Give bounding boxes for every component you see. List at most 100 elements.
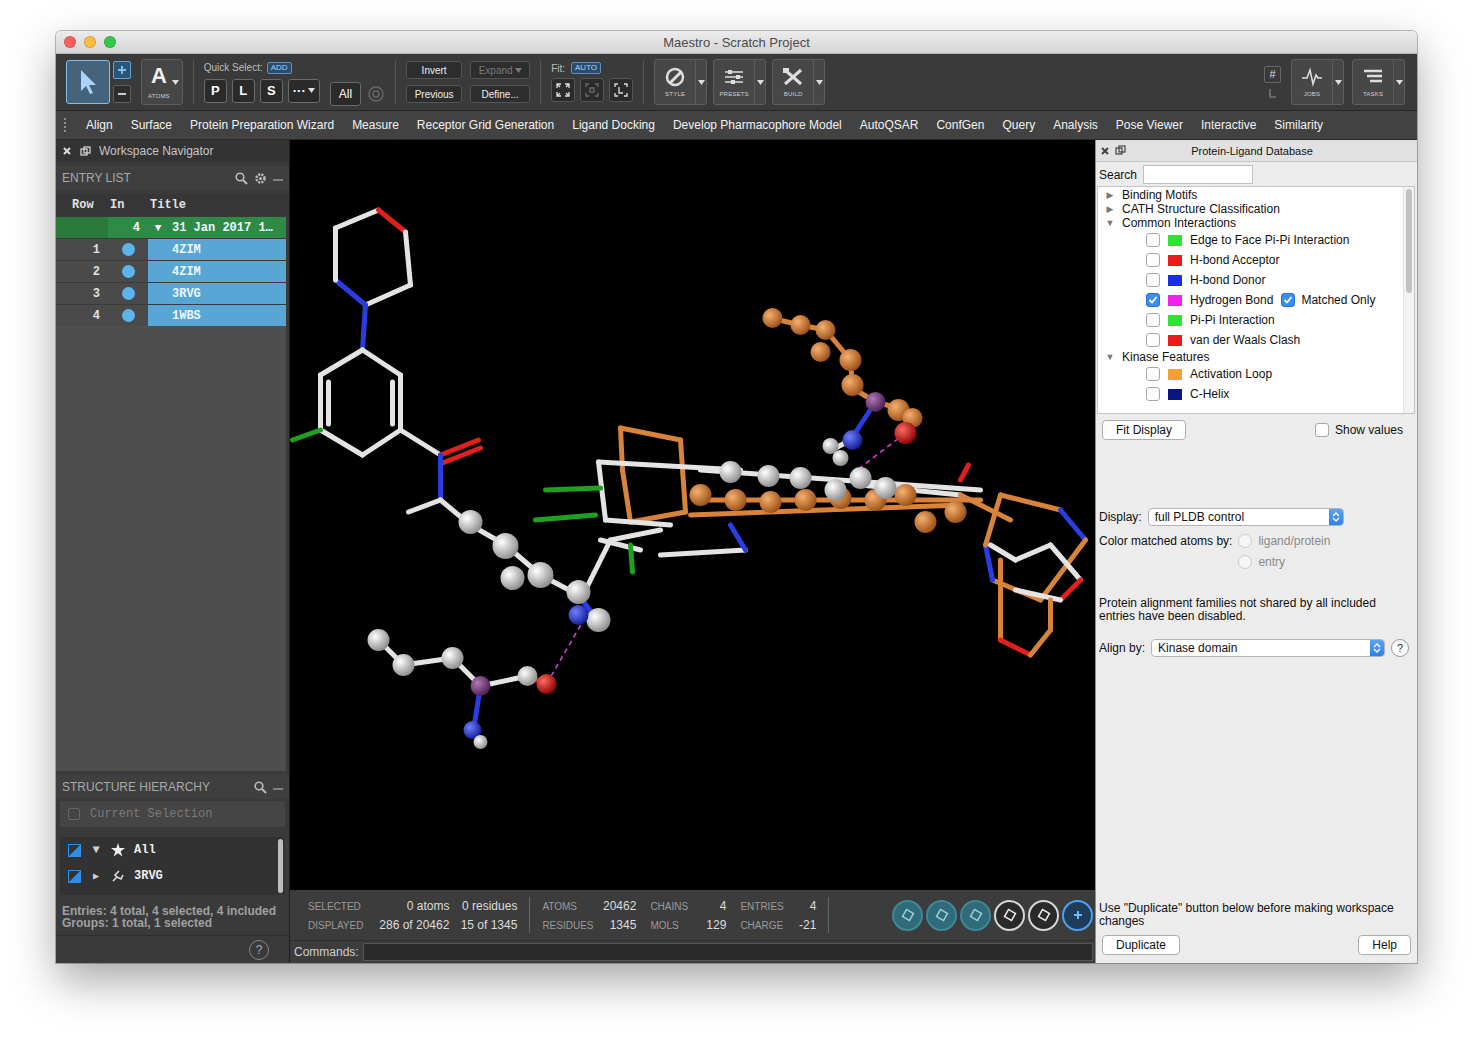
interaction-checkbox[interactable]	[1146, 273, 1160, 287]
panel-button[interactable]: Help	[1358, 935, 1411, 955]
fit-display-button[interactable]: Fit Display	[1102, 420, 1186, 440]
structure-icon	[111, 869, 125, 883]
included-dot[interactable]	[122, 265, 135, 278]
fit-mode[interactable]: AUTO	[571, 62, 601, 74]
style-brush-icon	[664, 67, 686, 87]
display-select[interactable]: full PLDB control	[1148, 508, 1344, 526]
menu-item[interactable]: Ligand Docking	[572, 118, 655, 132]
interaction-checkbox[interactable]	[1146, 367, 1160, 381]
interaction-row[interactable]: C-Helix	[1104, 384, 1397, 404]
menu-item[interactable]: Interactive	[1201, 118, 1256, 132]
interaction-row[interactable]: Activation Loop	[1104, 364, 1397, 384]
view-style-button[interactable]	[1062, 900, 1093, 931]
quick-select-button[interactable]: P	[204, 79, 227, 103]
hierarchy-row[interactable]: ▶3RVG	[60, 863, 276, 889]
interaction-row[interactable]: Pi-Pi Interaction	[1104, 310, 1397, 330]
show-values-toggle[interactable]: Show values	[1315, 423, 1403, 437]
select-all-button[interactable]: All	[330, 82, 361, 106]
workspace-viewer[interactable]	[290, 140, 1095, 890]
view-style-button[interactable]	[926, 900, 957, 931]
menu-item[interactable]: Analysis	[1053, 118, 1098, 132]
tree-node[interactable]: ▶Binding Motifs	[1104, 188, 1397, 202]
surface-icon	[969, 908, 983, 922]
bond	[991, 545, 1016, 560]
menu-item[interactable]: ConfGen	[936, 118, 984, 132]
tool-button[interactable]: PRESETS	[713, 59, 766, 105]
menu-item[interactable]: Pose Viewer	[1116, 118, 1183, 132]
entry-row[interactable]: 41WBS	[56, 304, 289, 326]
tool-button[interactable]: STYLE	[654, 59, 707, 105]
align-help-button[interactable]: ?	[1391, 639, 1409, 657]
entry-group-row[interactable]: 4▼31 Jan 2017 1…	[56, 216, 289, 238]
quick-select-button[interactable]: ···	[288, 79, 320, 103]
select-tool[interactable]	[66, 60, 110, 104]
selection-button[interactable]: Define...	[470, 85, 530, 103]
grid-toggle[interactable]: #	[1264, 66, 1281, 83]
interaction-checkbox[interactable]	[1146, 233, 1160, 247]
panel-button[interactable]: TASKS	[1352, 59, 1405, 105]
close-light[interactable]	[64, 36, 76, 48]
atoms-button[interactable]: AATOMS	[141, 59, 183, 105]
add-mode-button[interactable]	[113, 61, 131, 79]
menu-item[interactable]: Similarity	[1274, 118, 1323, 132]
entry-row[interactable]: 14ZIM	[56, 238, 289, 260]
interaction-checkbox[interactable]	[1146, 387, 1160, 401]
remove-mode-button[interactable]	[113, 85, 131, 103]
selection-button[interactable]: Previous	[406, 85, 462, 103]
view-style-button[interactable]	[994, 900, 1025, 931]
included-dot[interactable]	[122, 309, 135, 322]
interaction-row[interactable]: van der Waals Clash	[1104, 330, 1397, 350]
bond	[731, 525, 746, 550]
menu-item[interactable]: Develop Pharmacophore Model	[673, 118, 842, 132]
quick-select-button[interactable]: L	[232, 79, 255, 103]
interaction-checkbox[interactable]	[1146, 293, 1160, 307]
fit-button[interactable]	[609, 78, 633, 102]
atom	[474, 735, 488, 749]
interaction-row[interactable]: Edge to Face Pi-Pi Interaction	[1104, 230, 1397, 250]
clip-icon	[901, 908, 915, 922]
add-badge[interactable]: ADD	[267, 62, 292, 74]
included-dot[interactable]	[122, 287, 135, 300]
entry-row[interactable]: 33RVG	[56, 282, 289, 304]
help-button[interactable]: ?	[249, 940, 269, 960]
interaction-row[interactable]: H-bond Donor	[1104, 270, 1397, 290]
menu-item[interactable]: Receptor Grid Generation	[417, 118, 554, 132]
view-style-button[interactable]	[1028, 900, 1059, 931]
included-dot[interactable]	[122, 243, 135, 256]
menu-item[interactable]: AutoQSAR	[860, 118, 919, 132]
interaction-checkbox[interactable]	[1146, 333, 1160, 347]
tree-node[interactable]: ▶CATH Structure Classification	[1104, 202, 1397, 216]
tool-button[interactable]: BUILD	[772, 59, 825, 105]
interaction-checkbox[interactable]	[1146, 253, 1160, 267]
menu-item[interactable]: Align	[86, 118, 113, 132]
selection-button[interactable]: Invert	[406, 61, 462, 79]
current-selection[interactable]: Current Selection	[60, 801, 285, 827]
interaction-row[interactable]: H-bond Acceptor	[1104, 250, 1397, 270]
panel-button[interactable]: JOBS	[1291, 59, 1344, 105]
tree-node[interactable]: ▼Kinase Features	[1104, 350, 1397, 364]
menu-item[interactable]: Surface	[131, 118, 172, 132]
minimize-light[interactable]	[84, 36, 96, 48]
tree-node[interactable]: ▼Common Interactions	[1104, 216, 1397, 230]
atom	[790, 467, 812, 489]
quick-select-button[interactable]: S	[260, 79, 283, 103]
menu-item[interactable]: Query	[1002, 118, 1035, 132]
atom	[537, 674, 557, 694]
view-style-button[interactable]	[960, 900, 991, 931]
interaction-checkbox[interactable]	[1146, 313, 1160, 327]
entry-row[interactable]: 24ZIM	[56, 260, 289, 282]
menu-item[interactable]: Measure	[352, 118, 399, 132]
fit-button[interactable]	[580, 78, 604, 102]
matched-only-checkbox[interactable]	[1281, 293, 1295, 307]
command-input[interactable]	[363, 943, 1093, 961]
zoom-light[interactable]	[104, 36, 116, 48]
hierarchy-row[interactable]: ▼All	[60, 837, 276, 863]
fit-button[interactable]	[551, 78, 575, 102]
molecule-view[interactable]	[290, 140, 1095, 890]
pldb-search[interactable]	[1143, 165, 1253, 184]
interaction-row[interactable]: Hydrogen BondMatched Only	[1104, 290, 1397, 310]
menu-item[interactable]: Protein Preparation Wizard	[190, 118, 334, 132]
panel-button[interactable]: Duplicate	[1102, 935, 1180, 955]
align-by-select[interactable]: Kinase domain	[1151, 639, 1385, 657]
view-style-button[interactable]	[892, 900, 923, 931]
